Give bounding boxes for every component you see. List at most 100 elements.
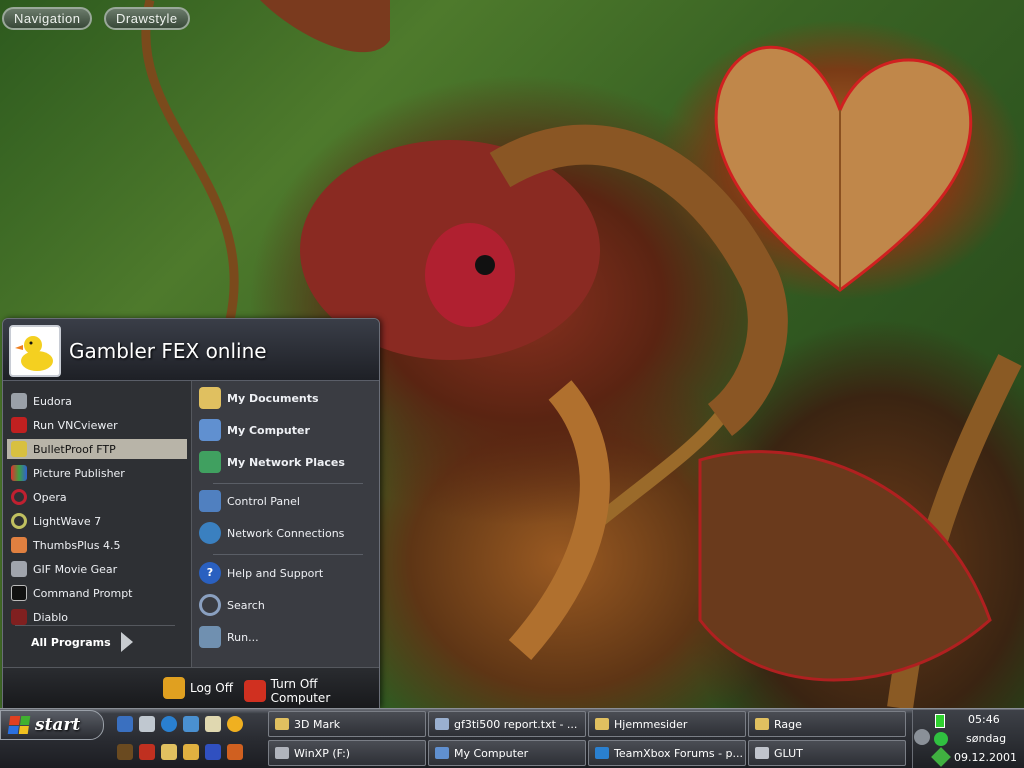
opera-icon [11, 489, 27, 505]
quick-launch-folder-icon[interactable] [161, 744, 177, 760]
command-prompt-icon [11, 585, 27, 601]
program-label: Picture Publisher [33, 466, 125, 480]
user-avatar[interactable] [9, 325, 61, 377]
program-label: Eudora [33, 394, 72, 408]
leaf-top [260, 0, 390, 53]
task-hjemmesider[interactable]: Hjemmesider [588, 711, 746, 737]
place-label: Run... [227, 630, 259, 644]
gif-movie-gear-icon [11, 561, 27, 577]
program-item-diablo[interactable]: Diablo [7, 607, 187, 627]
tray-battery-icon[interactable] [935, 714, 945, 728]
navigation-button[interactable]: Navigation [2, 7, 93, 30]
quick-launch-duck-icon[interactable] [117, 744, 133, 760]
program-item-opera[interactable]: Opera [7, 487, 187, 507]
program-item-picture-publisher[interactable]: Picture Publisher [7, 463, 187, 483]
all-programs-separator [15, 625, 175, 626]
quick-launch-msn-icon[interactable] [117, 716, 133, 732]
my-computer-icon [435, 747, 449, 759]
quick-launch-spark-icon[interactable] [227, 744, 243, 760]
vnc-icon [11, 417, 27, 433]
start-menu-header: Gambler FEX online [3, 319, 379, 381]
turn-off-label: Turn Off Computer [270, 677, 331, 705]
place-help-and-support[interactable]: ? Help and Support [199, 562, 375, 584]
place-network-connections[interactable]: Network Connections [199, 522, 375, 544]
program-item-command-prompt[interactable]: Command Prompt [7, 583, 187, 603]
drawstyle-button[interactable]: Drawstyle [104, 7, 190, 30]
program-label: ThumbsPlus 4.5 [33, 538, 121, 552]
task-label: GLUT [774, 746, 803, 760]
log-off-button[interactable]: Log Off [163, 677, 233, 699]
network-connections-icon [199, 522, 221, 544]
task-glut[interactable]: GLUT [748, 740, 906, 766]
start-button[interactable]: start [0, 710, 104, 740]
place-my-computer[interactable]: My Computer [199, 419, 375, 441]
turn-off-button[interactable]: Turn Off Computer [244, 677, 379, 705]
all-programs-button[interactable]: All Programs [7, 629, 187, 655]
tray-expand-icon[interactable] [914, 729, 930, 745]
quick-launch-explorer-icon[interactable] [183, 744, 199, 760]
place-control-panel[interactable]: Control Panel [199, 490, 375, 512]
program-item-vncviewer[interactable]: Run VNCviewer [7, 415, 187, 435]
program-label: Diablo [33, 610, 69, 624]
eudora-icon [11, 393, 27, 409]
quick-launch-desktop-icon[interactable] [183, 716, 199, 732]
picture-publisher-icon [11, 465, 27, 481]
task-winxp-drive[interactable]: WinXP (F:) [268, 740, 426, 766]
all-programs-label: All Programs [31, 635, 111, 649]
place-label: My Computer [227, 423, 310, 437]
program-label: GIF Movie Gear [33, 562, 118, 576]
glut-icon [755, 747, 769, 759]
task-label: My Computer [454, 746, 529, 760]
place-run[interactable]: Run... [199, 626, 375, 648]
place-search[interactable]: Search [199, 594, 375, 616]
task-label: Rage [774, 717, 802, 731]
ftp-icon [11, 441, 27, 457]
run-icon [199, 626, 221, 648]
clock-time[interactable]: 05:46 [968, 713, 1000, 726]
place-label: My Network Places [227, 455, 345, 469]
task-label: Hjemmesider [614, 717, 688, 731]
duck-icon [15, 336, 53, 371]
places-separator [213, 554, 363, 555]
quick-launch-grid-icon[interactable] [205, 744, 221, 760]
task-3d-mark[interactable]: 3D Mark [268, 711, 426, 737]
notepad-icon [435, 718, 449, 730]
place-label: Search [227, 598, 265, 612]
tray-network-icon[interactable] [934, 732, 948, 746]
place-my-network-places[interactable]: My Network Places [199, 451, 375, 473]
program-label: LightWave 7 [33, 514, 102, 528]
quick-launch-notepad-icon[interactable] [139, 716, 155, 732]
quick-launch-clipboard-icon[interactable] [205, 716, 221, 732]
task-teamxbox-forums[interactable]: TeamXbox Forums - p... [588, 740, 746, 766]
program-label: Command Prompt [33, 586, 133, 600]
clock-day: søndag [966, 732, 1007, 745]
arrow-right-icon [120, 632, 133, 652]
log-off-label: Log Off [190, 681, 233, 695]
lightwave-icon [11, 513, 27, 529]
task-label: WinXP (F:) [294, 746, 351, 760]
task-gf3ti500-report[interactable]: gf3ti500 report.txt - ... [428, 711, 586, 737]
program-item-lightwave[interactable]: LightWave 7 [7, 511, 187, 531]
diablo-icon [11, 609, 27, 625]
program-item-gif-movie-gear[interactable]: GIF Movie Gear [7, 559, 187, 579]
place-label: Control Panel [227, 494, 300, 508]
quick-launch-winamp-icon[interactable] [139, 744, 155, 760]
quick-launch-ie-icon[interactable] [161, 716, 177, 732]
browser-icon [595, 747, 609, 759]
place-label: My Documents [227, 391, 319, 405]
places-separator [213, 483, 363, 484]
quick-launch-media-player-icon[interactable] [227, 716, 243, 732]
start-menu: Gambler FEX online Eudora Run VNCviewer … [2, 318, 380, 708]
vine-left [141, 0, 239, 321]
task-my-computer[interactable]: My Computer [428, 740, 586, 766]
program-item-thumbsplus[interactable]: ThumbsPlus 4.5 [7, 535, 187, 555]
task-rage[interactable]: Rage [748, 711, 906, 737]
power-icon [244, 680, 266, 702]
program-item-eudora[interactable]: Eudora [7, 391, 187, 411]
folder-icon [595, 718, 609, 730]
place-my-documents[interactable]: My Documents [199, 387, 375, 409]
creature-pupil [475, 255, 495, 275]
program-item-bulletproof-ftp[interactable]: BulletProof FTP [7, 439, 187, 459]
drive-icon [275, 747, 289, 759]
place-label: Help and Support [227, 566, 324, 580]
